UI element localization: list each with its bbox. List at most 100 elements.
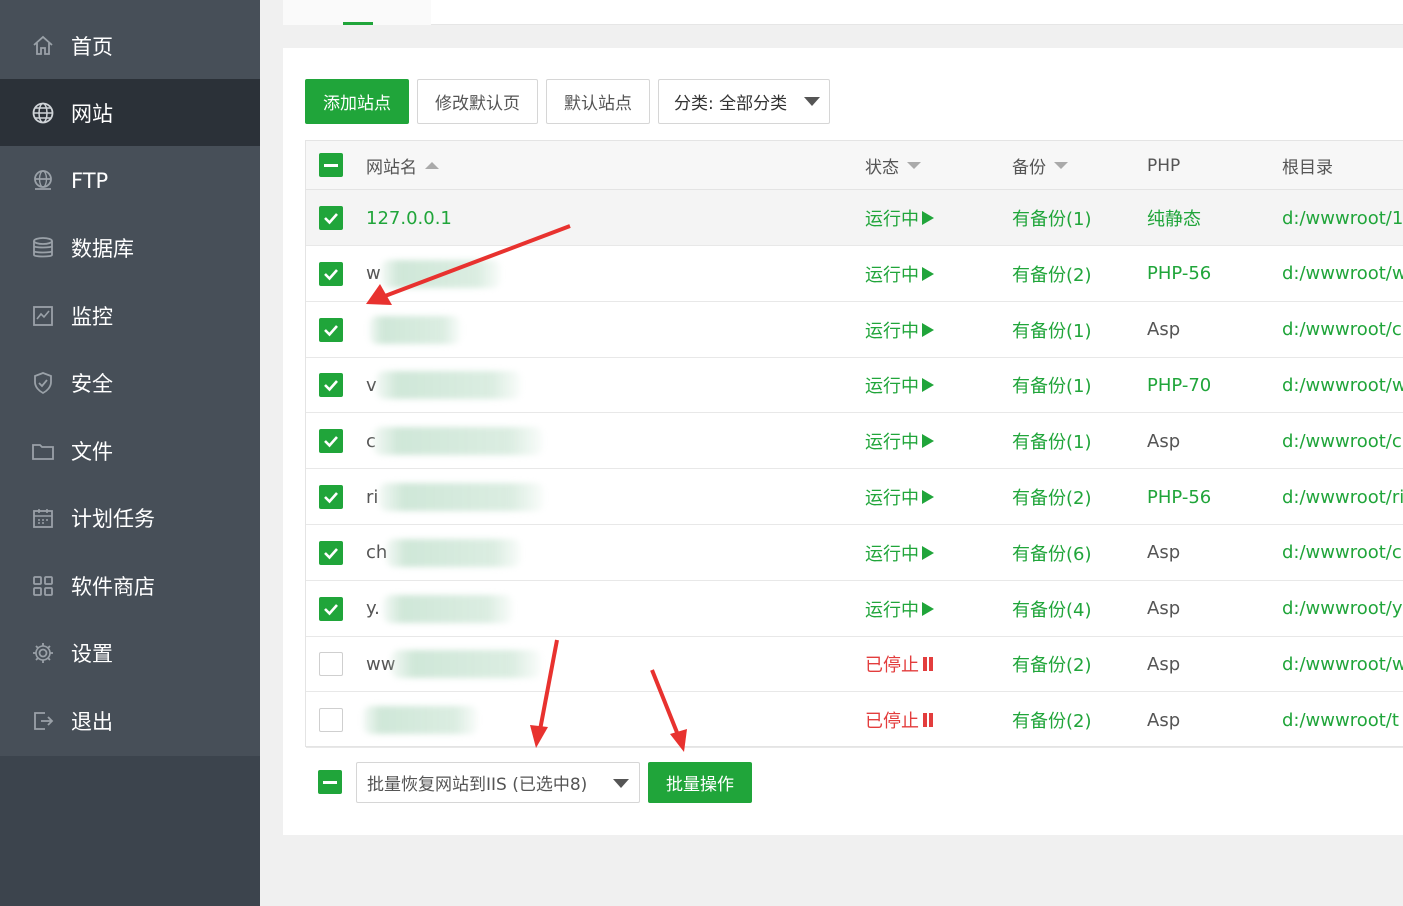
root-dir-link[interactable]: d:/wwwroot/y <box>1282 581 1403 637</box>
root-dir-link[interactable]: d:/wwwroot/c <box>1282 302 1403 358</box>
php-version-link[interactable]: PHP-70 <box>1147 357 1211 413</box>
status-toggle[interactable]: 运行中 <box>865 581 934 637</box>
row-checkbox[interactable] <box>319 485 343 509</box>
category-select[interactable]: 分类: 全部分类 <box>658 79 830 124</box>
pause-icon <box>923 657 933 671</box>
redaction-blur <box>373 427 543 455</box>
table-row[interactable]: w 运行中 有备份(2) PHP-56 d:/wwwroot/w <box>306 246 1403 302</box>
sidebar-item-website[interactable]: 网站 <box>0 79 260 146</box>
status-label: 运行中 <box>865 540 919 566</box>
select-all-checkbox[interactable] <box>319 153 343 177</box>
status-toggle[interactable]: 运行中 <box>865 190 934 246</box>
edit-default-page-button[interactable]: 修改默认页 <box>417 79 538 124</box>
sidebar-item-database[interactable]: 数据库 <box>0 214 260 281</box>
default-site-button[interactable]: 默认站点 <box>546 79 650 124</box>
status-toggle[interactable]: 运行中 <box>865 469 934 525</box>
table-row[interactable]: ch 运行中 有备份(6) Asp d:/wwwroot/c <box>306 525 1403 581</box>
root-dir-link[interactable]: d:/wwwroot/t <box>1282 692 1403 748</box>
root-dir-link[interactable]: d:/wwwroot/ri <box>1282 469 1403 525</box>
backup-link[interactable]: 有备份(6) <box>1012 525 1092 581</box>
status-toggle[interactable]: 已停止 <box>865 636 933 692</box>
sidebar-item-label: 软件商店 <box>71 571 155 601</box>
table-row[interactable]: 127.0.0.1 运行中 有备份(1) 纯静态 d:/wwwroot/1 <box>306 190 1403 246</box>
row-checkbox[interactable] <box>319 541 343 565</box>
header-backup[interactable]: 备份 <box>1012 141 1068 190</box>
row-checkbox[interactable] <box>319 652 343 676</box>
sidebar-item-cron[interactable]: 计划任务 <box>0 484 260 551</box>
root-dir-link[interactable]: d:/wwwroot/w <box>1282 357 1403 413</box>
status-label: 运行中 <box>865 428 919 454</box>
status-toggle[interactable]: 运行中 <box>865 357 934 413</box>
table-row[interactable]: ri 运行中 有备份(2) PHP-56 d:/wwwroot/ri <box>306 469 1403 525</box>
root-dir-link[interactable]: d:/wwwroot/w <box>1282 246 1403 302</box>
row-checkbox[interactable] <box>319 708 343 732</box>
chevron-down-icon <box>804 97 820 106</box>
backup-link[interactable]: 有备份(2) <box>1012 469 1092 525</box>
row-checkbox[interactable] <box>319 262 343 286</box>
backup-link[interactable]: 有备份(1) <box>1012 302 1092 358</box>
pause-icon <box>923 713 933 727</box>
backup-link[interactable]: 有备份(1) <box>1012 413 1092 469</box>
site-name-link[interactable]: ch <box>366 525 387 581</box>
sidebar-item-logout[interactable]: 退出 <box>0 687 260 754</box>
batch-action-select[interactable]: 批量恢复网站到IIS (已选中8) <box>356 762 640 803</box>
status-toggle[interactable]: 运行中 <box>865 525 934 581</box>
backup-link[interactable]: 有备份(2) <box>1012 636 1092 692</box>
add-site-button[interactable]: 添加站点 <box>305 79 409 124</box>
sidebar-item-settings[interactable]: 设置 <box>0 619 260 686</box>
play-icon <box>922 323 934 337</box>
backup-link[interactable]: 有备份(2) <box>1012 246 1092 302</box>
batch-select-all-checkbox[interactable] <box>318 770 342 794</box>
sidebar-item-monitor[interactable]: 监控 <box>0 282 260 349</box>
status-toggle[interactable]: 已停止 <box>865 692 933 748</box>
globe-icon <box>31 101 55 125</box>
root-dir-link[interactable]: d:/wwwroot/1 <box>1282 190 1403 246</box>
php-version-link[interactable]: Asp <box>1147 692 1180 748</box>
table-row[interactable]: 运行中 有备份(1) Asp d:/wwwroot/c <box>306 302 1403 358</box>
backup-link[interactable]: 有备份(4) <box>1012 581 1092 637</box>
status-toggle[interactable]: 运行中 <box>865 302 934 358</box>
sidebar-item-security[interactable]: 安全 <box>0 349 260 416</box>
sidebar-item-files[interactable]: 文件 <box>0 417 260 484</box>
header-site-name[interactable]: 网站名 <box>366 141 439 190</box>
php-version-link[interactable]: Asp <box>1147 413 1180 469</box>
root-dir-link[interactable]: d:/wwwroot/w <box>1282 636 1403 692</box>
grid-icon <box>31 574 55 598</box>
table-row[interactable]: v运行中有备份(1)PHP-70d:/wwwroot/w <box>306 357 1403 413</box>
status-label: 运行中 <box>865 261 919 287</box>
row-checkbox[interactable] <box>319 429 343 453</box>
php-version-link[interactable]: Asp <box>1147 581 1180 637</box>
sidebar-item-app-store[interactable]: 软件商店 <box>0 552 260 619</box>
status-toggle[interactable]: 运行中 <box>865 413 934 469</box>
php-version-link[interactable]: PHP-56 <box>1147 469 1211 525</box>
status-toggle[interactable]: 运行中 <box>865 246 934 302</box>
site-table: 网站名 状态 备份 PHP 根目录 127.0.0.1运行中有备份(1)纯静态d… <box>305 140 1403 747</box>
header-status[interactable]: 状态 <box>865 141 921 190</box>
sidebar-item-home[interactable]: 首页 <box>0 12 260 79</box>
site-name-link[interactable]: 127.0.0.1 <box>366 190 452 246</box>
root-dir-link[interactable]: d:/wwwroot/c <box>1282 525 1403 581</box>
site-name-link[interactable]: y. <box>366 581 380 637</box>
backup-link[interactable]: 有备份(2) <box>1012 692 1092 748</box>
site-name-link[interactable]: ri <box>366 469 378 525</box>
php-version-link[interactable]: PHP-56 <box>1147 246 1211 302</box>
row-checkbox[interactable] <box>319 206 343 230</box>
php-version-link[interactable]: 纯静态 <box>1147 190 1201 246</box>
site-name-link[interactable]: w <box>366 246 381 302</box>
root-dir-link[interactable]: d:/wwwroot/c <box>1282 413 1403 469</box>
php-version-link[interactable]: Asp <box>1147 636 1180 692</box>
php-version-link[interactable]: Asp <box>1147 525 1180 581</box>
php-version-link[interactable]: Asp <box>1147 302 1180 358</box>
table-row[interactable]: y. 运行中 有备份(4) Asp d:/wwwroot/y <box>306 581 1403 637</box>
row-checkbox[interactable] <box>319 318 343 342</box>
row-checkbox[interactable] <box>319 597 343 621</box>
row-checkbox[interactable] <box>319 373 343 397</box>
batch-operation-button[interactable]: 批量操作 <box>648 762 752 803</box>
sidebar-item-ftp[interactable]: FTP <box>0 147 260 214</box>
table-row[interactable]: 已停止 有备份(2) Asp d:/wwwroot/t <box>306 692 1403 748</box>
table-row[interactable]: ww已停止有备份(2)Aspd:/wwwroot/w <box>306 636 1403 692</box>
backup-link[interactable]: 有备份(1) <box>1012 357 1092 413</box>
folder-icon <box>31 439 55 463</box>
backup-link[interactable]: 有备份(1) <box>1012 190 1092 246</box>
table-row[interactable]: c运行中有备份(1)Aspd:/wwwroot/c <box>306 413 1403 469</box>
